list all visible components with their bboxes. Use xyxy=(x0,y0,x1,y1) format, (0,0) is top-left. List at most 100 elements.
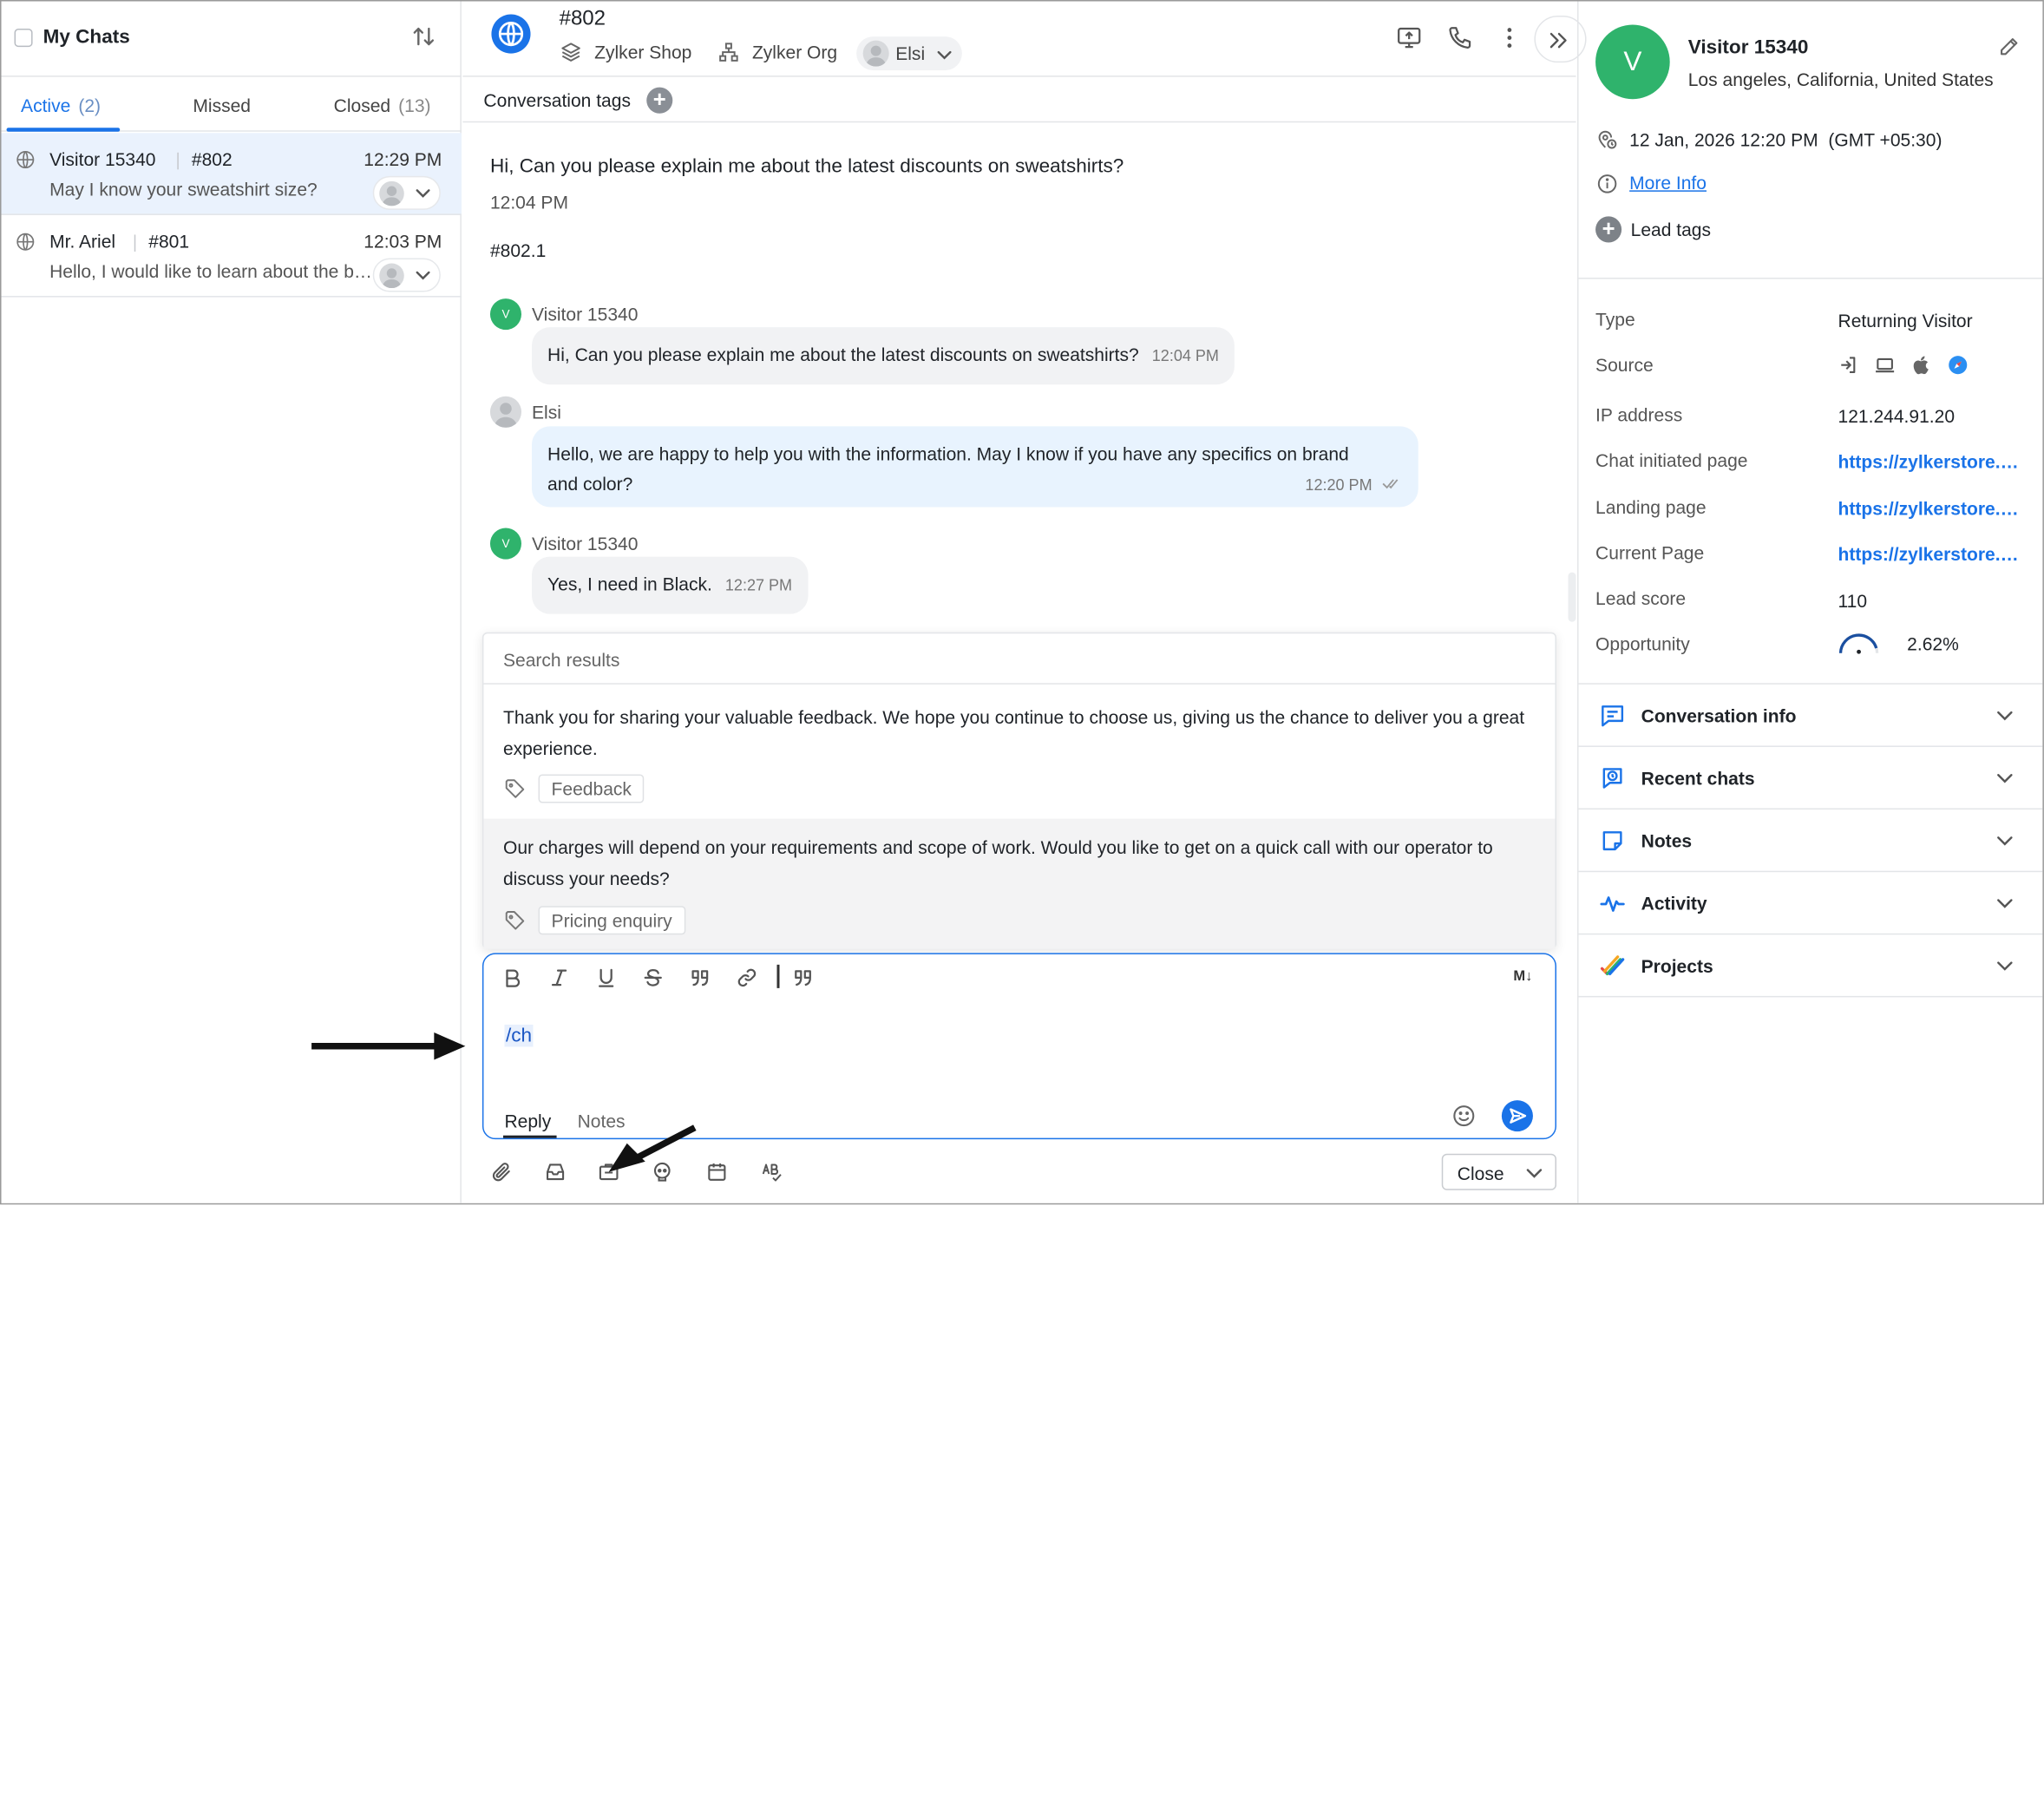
add-lead-tag-button[interactable]: + xyxy=(1595,216,1622,243)
more-info-link[interactable]: More Info xyxy=(1629,172,1707,193)
canned-response-tag: Feedback xyxy=(538,774,645,803)
safari-icon xyxy=(1949,356,1968,375)
canned-response-item[interactable]: Our charges will depend on your requirem… xyxy=(483,818,1556,949)
tab-missed[interactable]: Missed xyxy=(193,95,251,116)
bold-icon[interactable] xyxy=(501,967,522,988)
section-title: Activity xyxy=(1641,893,1707,914)
tab-closed[interactable]: Closed (13) xyxy=(334,95,431,116)
attach-icon[interactable] xyxy=(491,1162,512,1183)
add-tag-button[interactable]: + xyxy=(646,87,673,114)
message-time: 12:20 PM xyxy=(1305,475,1372,495)
section-activity[interactable]: Activity xyxy=(1578,872,2043,935)
chevron-down-icon xyxy=(1526,1169,1543,1178)
section-notes[interactable]: Notes xyxy=(1578,809,2043,873)
underline-icon[interactable] xyxy=(596,967,617,988)
resize-handle[interactable] xyxy=(1568,572,1576,622)
chat-time: 12:29 PM xyxy=(364,148,442,170)
org-icon xyxy=(719,43,738,62)
avatar xyxy=(379,180,404,206)
prop-label-type: Type xyxy=(1595,309,1635,331)
sub-conversation-id: #802.1 xyxy=(489,239,547,261)
reply-tab-indicator xyxy=(502,1135,557,1138)
chat-visitor-name: Mr. Ariel xyxy=(49,230,116,252)
visitor-name: Visitor 15340 xyxy=(1687,36,1809,59)
prop-label-ip: IP address xyxy=(1595,403,1683,425)
screen-share-icon[interactable] xyxy=(1396,25,1422,51)
landing-page-link[interactable]: https://zylkerstore.com/ xyxy=(1838,498,2021,519)
conversation-tags-bar: Conversation tags + xyxy=(462,78,1576,123)
send-button[interactable] xyxy=(1501,1100,1533,1132)
projects-icon xyxy=(1600,955,1625,976)
chat-list-item[interactable]: Mr. Ariel #801 12:03 PM Hello, I would l… xyxy=(1,215,462,298)
chat-list-title: My Chats xyxy=(43,26,130,49)
quote-icon[interactable] xyxy=(793,967,814,988)
chat-info-icon xyxy=(1602,705,1624,727)
tab-closed-count: (13) xyxy=(398,95,431,116)
search-results-header: Search results xyxy=(483,633,1556,685)
reply-tab[interactable]: Reply xyxy=(504,1111,551,1131)
canned-response-text: Our charges will depend on your requirem… xyxy=(502,836,1493,889)
divider xyxy=(177,152,179,170)
edit-icon[interactable] xyxy=(1998,36,2019,57)
chat-visitor-name: Visitor 15340 xyxy=(49,148,156,170)
prop-value-opportunity: 2.62% xyxy=(1907,633,1959,655)
org-name: Zylker Org xyxy=(751,42,838,63)
select-all-checkbox[interactable] xyxy=(14,29,33,48)
more-icon[interactable] xyxy=(1497,25,1523,51)
conversation-tags-label: Conversation tags xyxy=(483,89,631,111)
avatar: V xyxy=(489,528,521,560)
chevron-down-icon xyxy=(416,271,430,280)
inbox-icon[interactable] xyxy=(545,1162,566,1183)
brand-info: Zylker Shop xyxy=(560,42,691,62)
section-projects[interactable]: Projects xyxy=(1578,934,2043,998)
assignee-dropdown[interactable] xyxy=(372,175,441,210)
close-chat-button[interactable]: Close xyxy=(1441,1153,1556,1190)
message-bubble: Yes, I need in Black. 12:27 PM xyxy=(532,556,809,614)
section-conversation-info[interactable]: Conversation info xyxy=(1578,685,2043,747)
channel-globe-icon xyxy=(491,14,531,54)
prop-label-landing: Landing page xyxy=(1595,496,1707,518)
tab-active[interactable]: Active (2) xyxy=(21,95,101,116)
annotation-arrow xyxy=(311,1032,466,1060)
layers-icon xyxy=(561,43,580,62)
assignee-dropdown[interactable] xyxy=(372,258,441,292)
org-info: Zylker Org xyxy=(718,42,837,62)
avatar xyxy=(862,40,889,67)
sender-name: Elsi xyxy=(532,401,561,423)
message-input[interactable]: /ch xyxy=(504,1024,534,1047)
message-bubble: Hi, Can you please explain me about the … xyxy=(532,327,1235,385)
canned-response-item[interactable]: Thank you for sharing your valuable feed… xyxy=(483,685,1555,817)
calendar-icon[interactable] xyxy=(706,1162,727,1183)
sort-icon[interactable] xyxy=(410,23,436,49)
spellcheck-icon[interactable] xyxy=(761,1162,782,1183)
conversation-id: #802 xyxy=(559,8,606,30)
markdown-toggle[interactable]: M↓ xyxy=(1513,968,1532,984)
strikethrough-icon[interactable] xyxy=(643,967,664,988)
conversation-question: Hi, Can you please explain me about the … xyxy=(489,154,1124,178)
italic-icon[interactable] xyxy=(549,967,570,988)
section-title: Notes xyxy=(1641,830,1693,852)
read-receipt-icon xyxy=(1382,479,1399,489)
section-title: Projects xyxy=(1641,955,1713,977)
section-recent-chats[interactable]: Recent chats xyxy=(1578,747,2043,810)
message-text: Hello, we are happy to help you with the… xyxy=(547,442,1349,464)
visitor-avatar: V xyxy=(1595,24,1670,100)
link-icon[interactable] xyxy=(737,967,757,988)
blockquote-icon[interactable] xyxy=(690,967,711,988)
annotation-arrow xyxy=(608,1124,697,1172)
opportunity-gauge xyxy=(1838,633,1879,654)
message-sender: V Visitor 15340 xyxy=(489,298,638,331)
visitor-location: Los angeles, California, United States xyxy=(1687,69,1994,90)
tab-active-count: (2) xyxy=(78,95,102,116)
chat-initiated-page-link[interactable]: https://zylkerstore.com/sweatshirts xyxy=(1838,451,2021,472)
prop-label-chat-initiated: Chat initiated page xyxy=(1595,449,1748,471)
phone-icon[interactable] xyxy=(1447,25,1473,51)
assignee-selector[interactable]: Elsi xyxy=(856,36,962,71)
emoji-icon[interactable] xyxy=(1452,1104,1476,1128)
brand-name: Zylker Shop xyxy=(594,42,692,63)
close-label: Close xyxy=(1457,1163,1504,1184)
toolbar-divider xyxy=(776,964,779,988)
chat-list-item[interactable]: Visitor 15340 #802 12:29 PM May I know y… xyxy=(1,133,462,215)
current-page-link[interactable]: https://zylkerstore.com/sweatshirts xyxy=(1838,544,2021,565)
divider xyxy=(1578,278,2043,279)
